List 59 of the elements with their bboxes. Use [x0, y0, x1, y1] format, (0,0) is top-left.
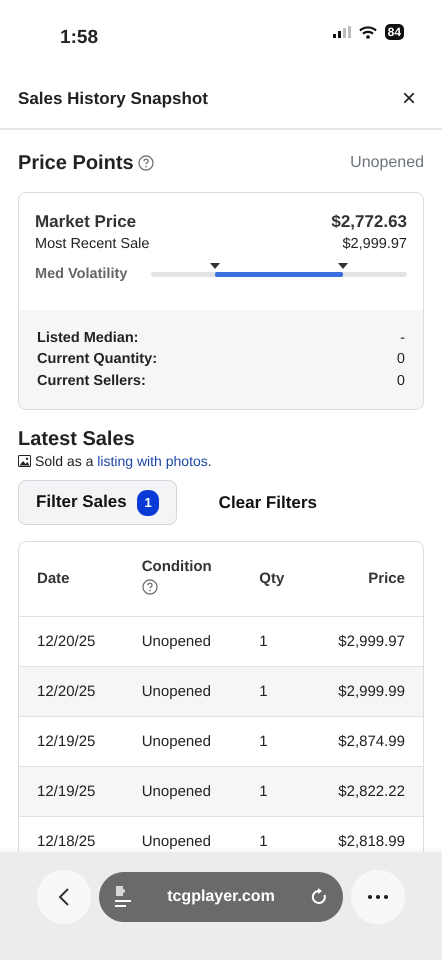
count-badge: 1 — [137, 490, 159, 516]
stat-value: - — [400, 328, 405, 348]
table-cell: 1 — [259, 782, 268, 800]
table-cell: 12/18/25 — [37, 832, 96, 850]
stat-value: 0 — [396, 372, 405, 391]
table-cell: 12/19/25 — [37, 782, 96, 800]
stat-label: Listed Median: — [37, 328, 139, 348]
table-cell: Unopened — [142, 832, 211, 850]
price-label: Market Price — [35, 210, 136, 232]
signal-icon — [332, 26, 351, 38]
table-cell: $2,999.99 — [338, 682, 405, 700]
marker-icon — [338, 263, 348, 270]
table-cell: Unopened — [142, 732, 211, 750]
photos-link[interactable]: listing with photos — [97, 452, 208, 469]
sale-label: Most Recent Sale — [35, 235, 150, 254]
stat-value: 0 — [396, 350, 405, 370]
close-button[interactable]: × — [394, 86, 424, 111]
clear-filters-button[interactable]: Clear Filters — [200, 480, 335, 526]
clock: 1:58 — [60, 26, 98, 50]
sale-value: $2,999.97 — [342, 235, 407, 254]
extension-icon[interactable] — [113, 885, 133, 909]
column-header: Condition — [142, 558, 212, 576]
table-cell: $2,874.99 — [338, 732, 405, 750]
image-icon — [18, 455, 31, 468]
price-value: $2,772.63 — [331, 210, 407, 232]
stat-label: Current Quantity: — [37, 350, 158, 370]
marker-icon — [210, 263, 220, 270]
url-text: tcgplayer.com — [167, 887, 275, 907]
table-cell: $2,999.97 — [338, 632, 405, 650]
back-icon — [58, 887, 70, 907]
table-cell: 1 — [259, 632, 268, 650]
column-header: Date — [37, 570, 70, 587]
table-cell: 1 — [259, 682, 268, 700]
section-title: Latest Sales — [18, 428, 136, 451]
section-title: Price Points — [18, 150, 134, 176]
table-cell: 12/20/25 — [37, 632, 96, 650]
help-icon[interactable] — [142, 578, 158, 595]
column-header: Qty — [259, 570, 284, 587]
table-cell: $2,818.99 — [338, 832, 405, 850]
address-bar[interactable]: tcgplayer.com — [99, 872, 343, 922]
table-cell: 1 — [259, 832, 268, 850]
table-cell: Unopened — [142, 682, 211, 700]
table-cell: 12/19/25 — [37, 732, 96, 750]
stat-label: Current Sellers: — [37, 372, 146, 391]
modal-title: Sales History Snapshot — [18, 88, 208, 110]
more-icon — [368, 895, 388, 899]
condition-label: Unopened — [350, 152, 424, 172]
table-cell: 1 — [259, 732, 268, 750]
wifi-icon — [358, 26, 377, 38]
table-cell: Unopened — [142, 632, 211, 650]
help-icon[interactable] — [138, 154, 154, 170]
filter-button[interactable]: Filter Sales 1 — [18, 480, 177, 525]
volatility-label: Med Volatility — [35, 264, 128, 284]
column-header: Price — [368, 570, 405, 587]
battery-icon: 84 — [384, 24, 404, 40]
note-text: Sold as a listing with photos. — [35, 452, 212, 471]
table-cell: Unopened — [142, 782, 211, 800]
table-cell: 12/20/25 — [37, 682, 96, 700]
table-cell: $2,822.22 — [338, 782, 405, 800]
